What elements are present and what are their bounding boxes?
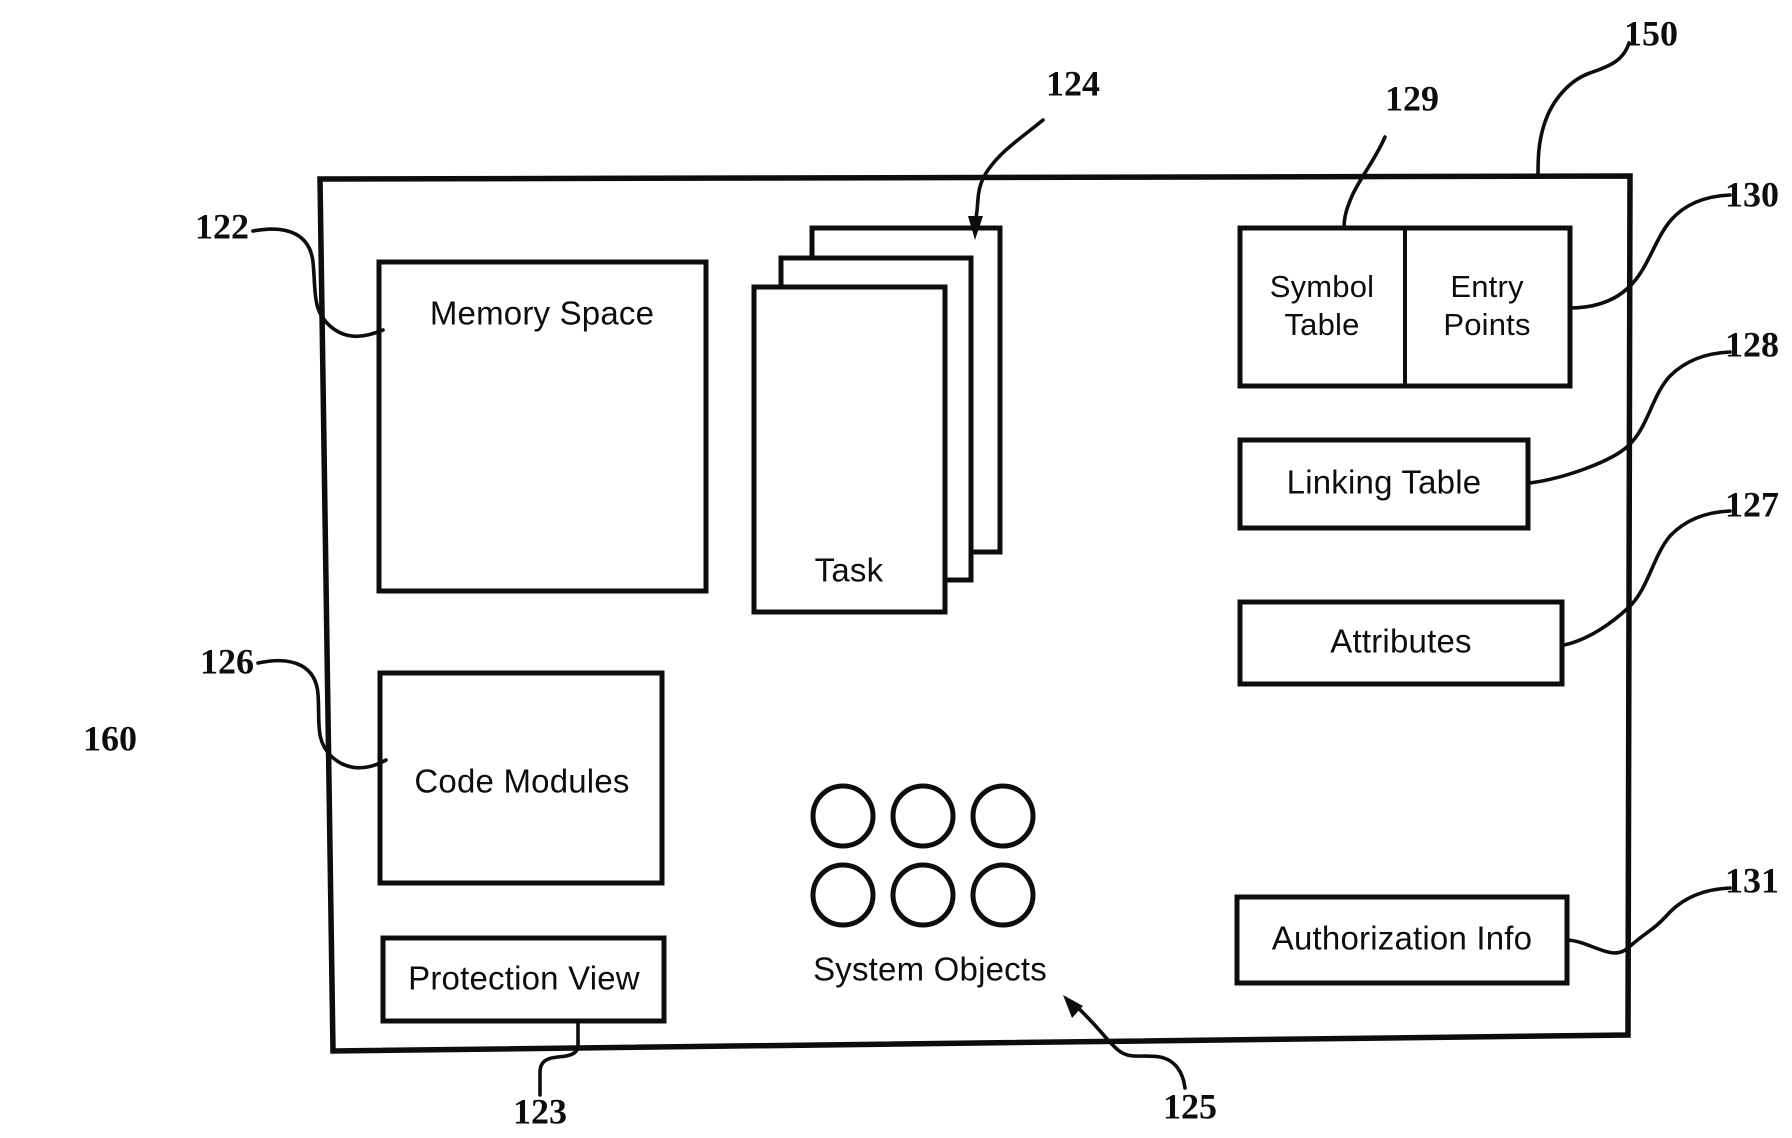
leader-line-122 [251,227,385,339]
task-label: Task [815,552,884,589]
leader-line-131 [1566,886,1732,955]
entry-points-label-line2: Points [1443,307,1530,342]
leader-arrowhead-125 [1063,995,1083,1018]
attributes-label: Attributes [1330,623,1471,660]
leader-line-130 [1568,193,1732,310]
symbol-table-entry-points-block[interactable]: Symbol Table Entry Points [1237,225,1573,389]
reference-numeral-125: 125 [1163,1086,1217,1126]
attributes-block[interactable]: Attributes [1237,599,1565,687]
leader-line-124 [973,118,1045,224]
system-objects-group[interactable]: System Objects [810,783,1047,988]
memory-space-block[interactable]: Memory Space [376,259,709,594]
task-stack[interactable]: Task [751,225,1003,615]
symbol-table-label-line1: Symbol [1270,269,1375,304]
leader-line-126 [256,658,388,770]
leader-line-127 [1562,509,1732,647]
reference-numeral-124: 124 [1046,63,1100,103]
code-modules-label: Code Modules [414,763,629,800]
system-object-circle [810,862,876,928]
reference-numeral-150: 150 [1624,13,1678,53]
code-modules-block[interactable]: Code Modules [377,670,665,886]
reference-numeral-123: 123 [513,1091,567,1131]
reference-numeral-130: 130 [1725,174,1779,214]
reference-numeral-127: 127 [1725,484,1779,524]
reference-numeral-131: 131 [1725,860,1779,900]
reference-numeral-129: 129 [1385,78,1439,118]
leader-line-123 [538,1020,580,1097]
memory-space-label: Memory Space [430,295,654,332]
system-object-circle [810,783,876,849]
linking-table-block[interactable]: Linking Table [1237,437,1531,531]
system-object-circle [890,783,956,849]
system-object-circle [890,862,956,928]
reference-numeral-160: 160 [83,718,137,758]
system-object-circle [970,862,1036,928]
protection-view-label: Protection View [408,960,640,997]
leader-line-150 [1536,41,1631,179]
authorization-info-label: Authorization Info [1272,920,1532,957]
authorization-info-block[interactable]: Authorization Info [1234,894,1570,986]
reference-numeral-122: 122 [195,206,249,246]
reference-numeral-128: 128 [1725,324,1779,364]
symbol-table-label-line2: Table [1284,307,1359,342]
entry-points-label-line1: Entry [1450,269,1524,304]
patent-figure: Memory Space Task Code Modules Protectio… [0,0,1792,1138]
system-object-circle [970,783,1036,849]
protection-view-block[interactable]: Protection View [380,935,667,1024]
leader-line-125 [1070,1000,1187,1090]
system-objects-label: System Objects [813,951,1047,988]
linking-table-label: Linking Table [1287,464,1482,501]
leader-line-129 [1342,135,1387,230]
reference-numeral-126: 126 [200,641,254,681]
